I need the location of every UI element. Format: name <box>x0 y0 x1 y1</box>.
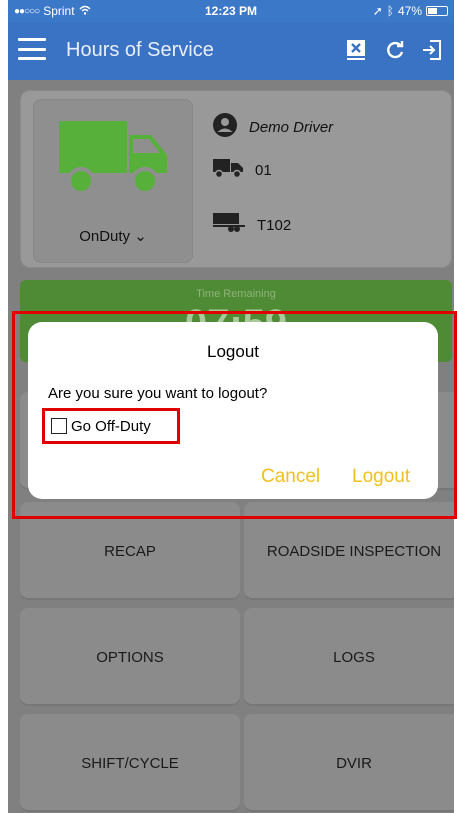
dialog-title: Logout <box>207 342 259 361</box>
options-button[interactable]: OPTIONS <box>20 608 240 706</box>
page-title: Hours of Service <box>66 39 214 61</box>
go-off-duty-option[interactable]: Go Off-Duty <box>42 408 180 444</box>
truck-icon <box>59 117 169 204</box>
go-off-duty-checkbox[interactable] <box>51 418 67 434</box>
duty-status-label: OnDuty <box>79 228 131 245</box>
vehicle-row: 01 <box>213 157 272 183</box>
go-off-duty-label: Go Off-Duty <box>71 417 151 435</box>
logout-dialog: Logout Are you sure you want to logout? … <box>28 322 438 499</box>
duty-status-tile[interactable]: OnDuty ⌄ <box>33 99 193 263</box>
battery-icon <box>426 6 448 16</box>
hamburger-menu-icon[interactable] <box>18 38 46 60</box>
logout-icon[interactable] <box>418 36 446 64</box>
refresh-icon[interactable] <box>381 36 409 64</box>
logs-button[interactable]: LOGS <box>244 608 454 706</box>
chevron-down-icon: ⌄ <box>134 228 147 245</box>
logout-button[interactable]: Logout <box>352 466 410 488</box>
user-icon <box>213 113 237 141</box>
battery-percent: 47% <box>397 4 422 18</box>
cancel-button[interactable]: Cancel <box>261 466 320 488</box>
vehicle-number: 01 <box>255 161 272 179</box>
location-icon: ➚ <box>372 4 383 18</box>
bluetooth-icon: ᛒ <box>386 4 394 18</box>
exit-icon[interactable] <box>342 36 370 64</box>
trailer-row: T102 <box>213 213 291 237</box>
trailer-number: T102 <box>257 216 292 234</box>
dvir-button[interactable]: DVIR <box>244 714 454 812</box>
driver-name: Demo Driver <box>249 118 334 136</box>
vehicle-truck-icon <box>213 157 243 183</box>
dialog-message: Are you sure you want to logout? <box>48 385 268 402</box>
trailer-icon <box>213 213 245 237</box>
driver-card: OnDuty ⌄ Demo Driver 01 T102 <box>20 90 452 268</box>
shift-cycle-button[interactable]: SHIFT/CYCLE <box>20 714 240 812</box>
status-bar: ●●○○○ Sprint 12:23 PM ➚ ᛒ 47% <box>8 0 454 22</box>
time-remaining-label: Time Remaining <box>196 288 276 300</box>
app-bar: Hours of Service <box>8 22 454 80</box>
driver-row: Demo Driver <box>213 113 333 141</box>
duty-status-dropdown[interactable]: OnDuty ⌄ <box>33 227 193 245</box>
